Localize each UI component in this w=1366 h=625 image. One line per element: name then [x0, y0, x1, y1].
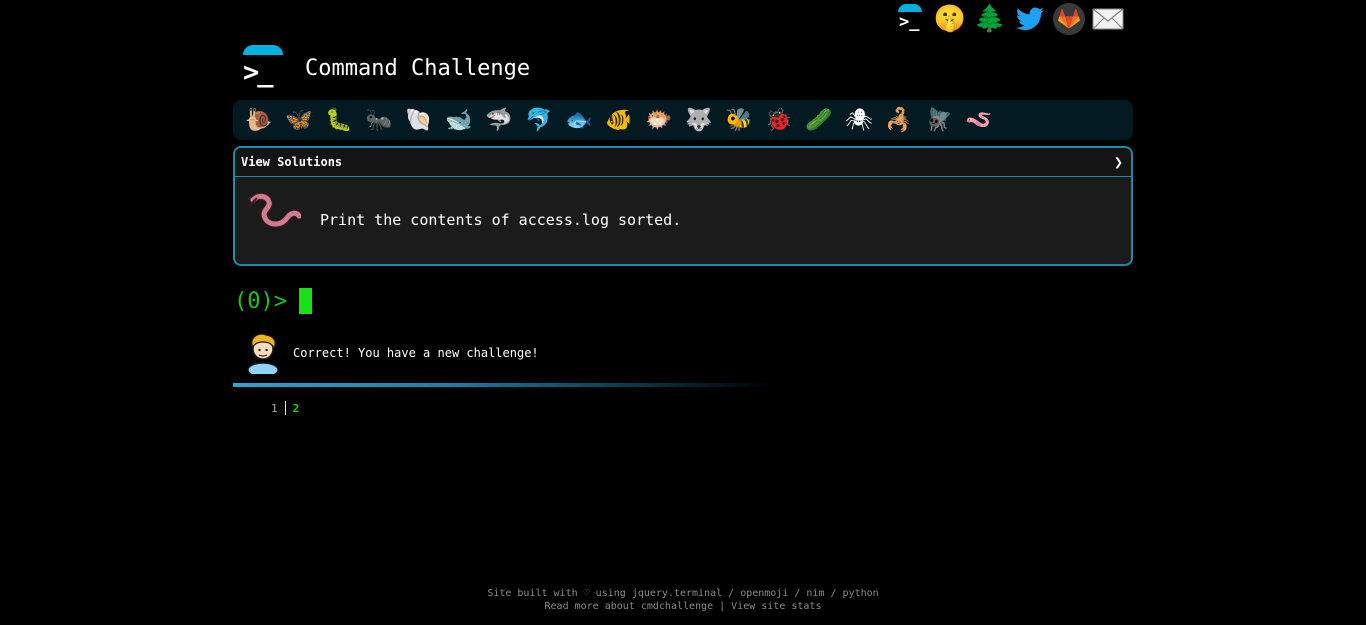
prompt-glyph: >_	[243, 57, 273, 88]
top-links: >_ 🤫 🌲	[893, 2, 1125, 36]
footer-sep: /	[722, 588, 741, 599]
terminal-prompt[interactable]: (0)>	[234, 289, 287, 314]
challenge-bar: 🐌 🦋 🐛 🐜 🐚 🐋 🦈 🐬 🐟 🐠 🐡 🐺 🐝 🐞 🥒 🕷 🦂 🪰 🪱	[233, 100, 1133, 140]
mail-icon[interactable]	[1091, 2, 1125, 36]
footer-line-1: Site built with ♡ using jquery.terminal …	[0, 587, 1366, 600]
tree-icon[interactable]: 🌲	[973, 2, 1007, 36]
response-message: Correct! You have a new challenge!	[293, 346, 539, 360]
whale-icon[interactable]: 🐋	[439, 104, 479, 136]
footer-sep: /	[824, 588, 843, 599]
chevron-right-icon[interactable]: ❯	[1114, 153, 1123, 171]
snail-icon[interactable]: 🐌	[239, 104, 279, 136]
shushing-face-icon[interactable]: 🤫	[933, 2, 967, 36]
bee-icon[interactable]: 🐝	[719, 104, 759, 136]
footer-sep: /	[788, 588, 807, 599]
ladybug-icon[interactable]: 🐞	[759, 104, 799, 136]
page-title: Command Challenge	[305, 56, 531, 81]
spider-icon[interactable]: 🕷	[839, 104, 879, 136]
output-line-numbers: 1 2	[271, 401, 299, 415]
prompt-glyph: >_	[899, 12, 920, 32]
response-divider	[233, 383, 773, 387]
tropical-fish-icon[interactable]: 🐠	[599, 104, 639, 136]
nim-link[interactable]: nim	[806, 588, 824, 599]
line-number-current: 2	[292, 401, 300, 415]
view-solutions-toggle[interactable]: View Solutions ❯	[235, 148, 1131, 177]
footer: Site built with ♡ using jquery.terminal …	[0, 587, 1366, 613]
challenge-body: Print the contents of access.log sorted.	[235, 177, 1131, 264]
scorpion-icon[interactable]: 🦂	[879, 104, 919, 136]
dolphin-icon[interactable]: 🐬	[519, 104, 559, 136]
terminal-cursor[interactable]	[299, 288, 312, 314]
jquery-terminal-link[interactable]: jquery.terminal	[632, 588, 722, 599]
logo-cap	[898, 4, 922, 12]
fly-icon[interactable]: 🪰	[919, 104, 959, 136]
view-solutions-label: View Solutions	[241, 155, 343, 169]
python-link[interactable]: python	[843, 588, 879, 599]
fish-icon[interactable]: 🐟	[559, 104, 599, 136]
footer-text: Site built with ♡ using	[487, 588, 632, 599]
challenge-text: Print the contents of access.log sorted.	[320, 211, 682, 229]
worm-icon	[248, 192, 301, 228]
footer-line-2: Read more about cmdchallenge | View site…	[0, 600, 1366, 613]
cucumber-icon[interactable]: 🥒	[799, 104, 839, 136]
wolf-icon[interactable]: 🐺	[679, 104, 719, 136]
site-stats-link[interactable]: View site stats	[731, 601, 821, 612]
challenge-panel: View Solutions ❯ Print the contents of a…	[233, 146, 1133, 266]
person-avatar-icon	[247, 333, 279, 374]
twitter-icon[interactable]	[1013, 2, 1047, 36]
gitlab-icon[interactable]	[1053, 3, 1085, 35]
site-logo[interactable]: >_	[241, 45, 285, 89]
read-more-link[interactable]: Read more about cmdchallenge	[545, 601, 714, 612]
ant-icon[interactable]: 🐜	[359, 104, 399, 136]
butterfly-icon[interactable]: 🦋	[279, 104, 319, 136]
worm-icon[interactable]: 🪱	[959, 104, 999, 136]
caterpillar-icon[interactable]: 🐛	[319, 104, 359, 136]
logo-cap	[243, 45, 283, 55]
shark-icon[interactable]: 🦈	[479, 104, 519, 136]
line-number: 1	[271, 401, 278, 415]
shell-icon[interactable]: 🐚	[399, 104, 439, 136]
line-separator	[284, 401, 286, 415]
blowfish-icon[interactable]: 🐡	[639, 104, 679, 136]
openmoji-link[interactable]: openmoji	[740, 588, 788, 599]
cmdchallenge-icon[interactable]: >_	[893, 2, 927, 36]
footer-pipe: |	[713, 601, 732, 612]
